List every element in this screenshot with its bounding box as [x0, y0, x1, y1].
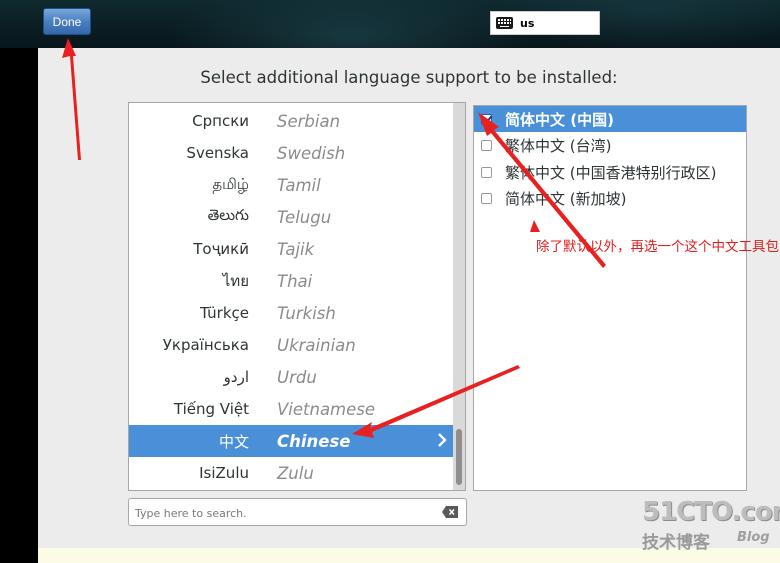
- locale-row[interactable]: 繁体中文 (台湾): [474, 133, 746, 159]
- locale-checkbox[interactable]: [481, 193, 492, 204]
- watermark: 51CTO.com 技术博客 Blog: [642, 497, 780, 553]
- locale-label: 简体中文 (新加坡): [505, 190, 627, 208]
- language-native-name: ไทย: [222, 272, 249, 290]
- language-english-name: Turkish: [277, 303, 336, 323]
- keyboard-layout-indicator[interactable]: us: [490, 11, 600, 35]
- language-row[interactable]: Türkçe Turkish: [129, 297, 453, 329]
- left-black-strip: [0, 48, 38, 563]
- locale-label: 繁体中文 (台湾): [505, 137, 612, 155]
- language-native-name: IsiZulu: [199, 464, 249, 482]
- language-native-name: Тоҷикӣ: [193, 240, 249, 258]
- language-list[interactable]: Српски Serbian Svenska Swedish தமிழ் Tamil తెల…: [128, 102, 466, 491]
- scrollbar-thumb[interactable]: [456, 429, 462, 485]
- language-english-name: Telugu: [277, 207, 332, 227]
- chevron-right-icon: [438, 433, 447, 447]
- language-row[interactable]: Українська Ukrainian: [129, 329, 453, 361]
- language-row[interactable]: IsiZulu Zulu: [129, 457, 453, 489]
- locale-label: 简体中文 (中国): [505, 110, 614, 129]
- language-english-name: Serbian: [277, 111, 341, 131]
- watermark-sub: 技术博客: [642, 533, 710, 553]
- language-english-name: Swedish: [277, 143, 346, 163]
- language-english-name: Chinese: [277, 431, 351, 451]
- clear-search-icon[interactable]: [442, 506, 458, 518]
- language-english-name: Tajik: [277, 239, 315, 259]
- language-english-name: Urdu: [277, 367, 317, 387]
- keyboard-layout-label: us: [520, 16, 535, 30]
- locale-row[interactable]: 简体中文 (新加坡): [474, 186, 746, 212]
- language-row[interactable]: Tiếng Việt Vietnamese: [129, 393, 453, 425]
- locale-row[interactable]: 繁体中文 (中国香港特别行政区): [474, 159, 746, 185]
- language-native-name: தமிழ்: [212, 175, 249, 193]
- search-box: [128, 498, 467, 526]
- page-prompt: Select additional language support to be…: [200, 68, 618, 87]
- language-native-name: Tiếng Việt: [173, 400, 249, 418]
- language-native-name: اردو: [223, 368, 249, 386]
- locale-checkbox[interactable]: [481, 113, 492, 125]
- language-row[interactable]: Српски Serbian: [129, 105, 453, 137]
- language-english-name: Tamil: [277, 175, 321, 195]
- top-bar: [0, 0, 780, 48]
- language-row[interactable]: ไทย Thai: [129, 265, 453, 297]
- language-native-name: Українська: [162, 336, 249, 354]
- language-row[interactable]: தமிழ் Tamil: [129, 169, 453, 201]
- language-native-name: Svenska: [186, 144, 249, 162]
- language-english-name: Zulu: [277, 463, 314, 483]
- watermark-blog: Blog: [737, 530, 770, 545]
- language-row[interactable]: Тоҷикӣ Tajik: [129, 233, 453, 265]
- main-panel: Select additional language support to be…: [38, 48, 780, 548]
- language-row[interactable]: 中文 Chinese: [129, 425, 453, 457]
- done-button[interactable]: Done: [43, 8, 91, 35]
- language-english-name: Vietnamese: [277, 399, 376, 419]
- locale-row[interactable]: 简体中文 (中国): [474, 106, 746, 132]
- language-native-name: Türkçe: [200, 304, 249, 322]
- language-native-name: తెలుగు: [207, 206, 249, 224]
- watermark-main: 51CTO.com: [642, 497, 780, 527]
- locale-label: 繁体中文 (中国香港特别行政区): [505, 163, 717, 182]
- locale-checkbox[interactable]: [481, 140, 492, 151]
- keyboard-icon: [496, 17, 513, 29]
- language-native-name: 中文: [218, 432, 249, 451]
- locale-checkbox[interactable]: [481, 166, 492, 178]
- language-row[interactable]: Svenska Swedish: [129, 137, 453, 169]
- language-english-name: Thai: [277, 271, 313, 291]
- search-input[interactable]: [133, 503, 432, 523]
- language-native-name: Српски: [192, 112, 249, 130]
- language-english-name: Ukrainian: [277, 335, 356, 355]
- language-row[interactable]: తెలుగు Telugu: [129, 201, 453, 233]
- language-row[interactable]: اردو Urdu: [129, 361, 453, 393]
- locale-list[interactable]: 简体中文 (中国) 繁体中文 (台湾) 繁体中文 (中国香港特别行政区) 简体中文 (…: [473, 105, 747, 491]
- annotation-text: 除了默认以外，再选一个这个中文工具包: [536, 239, 779, 255]
